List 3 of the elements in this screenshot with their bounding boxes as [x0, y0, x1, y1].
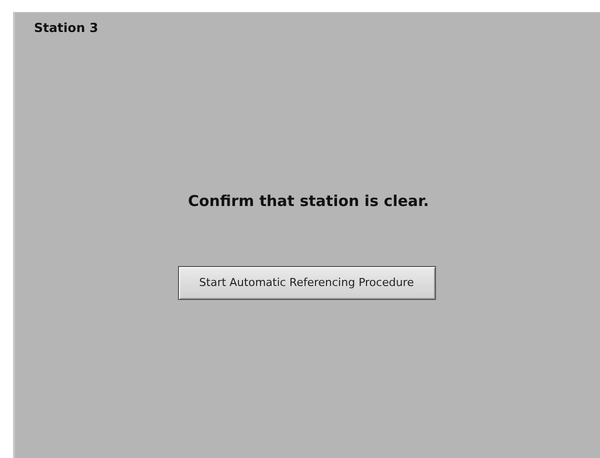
confirm-message: Confirm that station is clear. [186, 191, 430, 211]
start-button[interactable]: Start Automatic Referencing Procedure [178, 266, 436, 300]
panel-title: Station 3 [33, 19, 100, 36]
